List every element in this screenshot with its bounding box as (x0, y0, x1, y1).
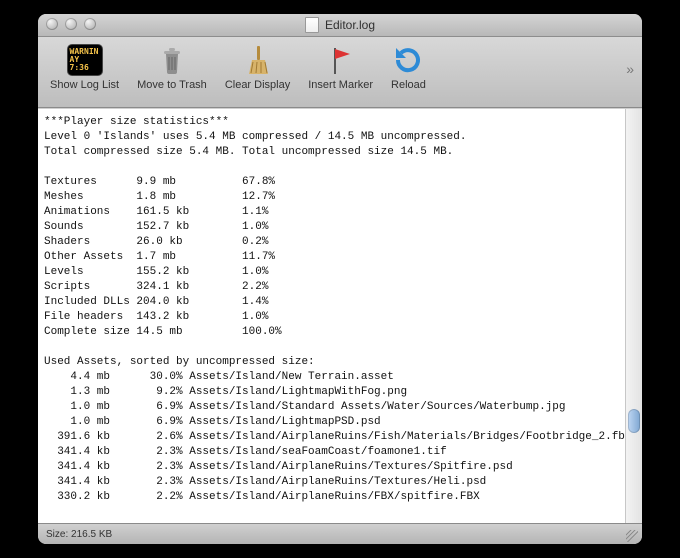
window-title: Editor.log (305, 17, 375, 33)
broom-icon (241, 43, 275, 77)
titlebar[interactable]: Editor.log (38, 14, 642, 37)
vertical-scrollbar[interactable] (625, 109, 642, 523)
log-window: Editor.log WARNINAY 7:36 Show Log List M… (38, 14, 642, 544)
toolbar-overflow-icon[interactable]: » (626, 61, 634, 77)
close-icon[interactable] (46, 18, 58, 30)
status-size-label: Size: (46, 529, 68, 540)
minimize-icon[interactable] (65, 18, 77, 30)
zoom-icon[interactable] (84, 18, 96, 30)
document-icon (305, 17, 319, 33)
log-content[interactable]: ***Player size statistics*** Level 0 'Is… (38, 108, 642, 523)
scrollbar-thumb[interactable] (628, 409, 640, 433)
move-to-trash-button[interactable]: Move to Trash (133, 43, 211, 91)
clear-display-button[interactable]: Clear Display (221, 43, 294, 91)
toolbar: WARNINAY 7:36 Show Log List Move to Tras… (38, 37, 642, 108)
toolbar-label: Insert Marker (308, 79, 373, 91)
toolbar-label: Show Log List (50, 79, 119, 91)
log-text: ***Player size statistics*** Level 0 'Is… (38, 109, 642, 511)
status-bar: Size: 216.5 KB (38, 523, 642, 544)
flag-icon (324, 43, 358, 77)
insert-marker-button[interactable]: Insert Marker (304, 43, 377, 91)
toolbar-label: Clear Display (225, 79, 290, 91)
reload-button[interactable]: Reload (387, 43, 430, 91)
resize-grip-icon[interactable] (626, 530, 638, 542)
window-title-text: Editor.log (325, 18, 375, 32)
reload-icon (391, 43, 425, 77)
toolbar-label: Move to Trash (137, 79, 207, 91)
traffic-lights (46, 18, 96, 30)
trash-icon (155, 43, 189, 77)
status-size-value: 216.5 KB (71, 529, 112, 540)
warning-icon: WARNINAY 7:36 (68, 45, 102, 75)
toolbar-label: Reload (391, 79, 426, 91)
show-log-list-button[interactable]: WARNINAY 7:36 Show Log List (46, 43, 123, 91)
